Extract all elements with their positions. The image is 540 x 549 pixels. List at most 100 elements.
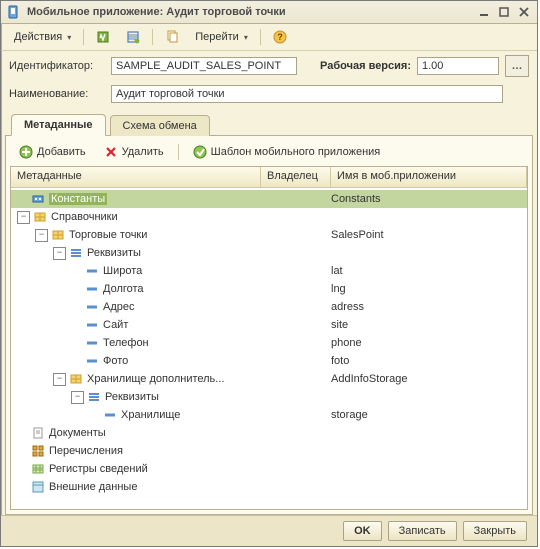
attr-icon bbox=[103, 409, 117, 421]
name-label: Наименование: bbox=[9, 88, 105, 100]
table-header: Метаданные Владелец Имя в моб.приложении bbox=[11, 167, 527, 188]
tree-row[interactable]: Внешние данные bbox=[11, 478, 527, 496]
tree-label: Справочники bbox=[51, 211, 118, 223]
expander-placeholder bbox=[89, 410, 100, 421]
enum-icon bbox=[31, 445, 45, 457]
expander-placeholder bbox=[17, 482, 28, 493]
tree-row[interactable]: Широта lat bbox=[11, 262, 527, 280]
attr-icon bbox=[85, 265, 99, 277]
add-button[interactable]: Добавить bbox=[12, 141, 93, 163]
attr-icon bbox=[85, 283, 99, 295]
version-picker-button[interactable] bbox=[505, 55, 529, 77]
tree-row[interactable]: Адресadress bbox=[11, 298, 527, 316]
tree-app-name: AddInfoStorage bbox=[329, 373, 527, 385]
expander-placeholder bbox=[17, 446, 28, 457]
identifier-label: Идентификатор: bbox=[9, 60, 105, 72]
attr-icon bbox=[85, 355, 99, 367]
col-app-name[interactable]: Имя в моб.приложении bbox=[331, 167, 527, 187]
write-button[interactable]: Записать bbox=[388, 521, 457, 541]
attrgroup-icon bbox=[87, 391, 101, 403]
identifier-input[interactable] bbox=[111, 57, 297, 75]
tree-label: Торговые точки bbox=[69, 229, 147, 241]
tree-row[interactable]: − Справочники bbox=[11, 208, 527, 226]
main-toolbar: Действия▾ Перейти▾ ? bbox=[1, 24, 537, 51]
tree-app-name: phone bbox=[329, 337, 527, 349]
tree-row[interactable]: Фотоfoto bbox=[11, 352, 527, 370]
tree-app-name: lat bbox=[329, 265, 527, 277]
tree-row[interactable]: − Хранилище дополнитель... AddInfoStorage bbox=[11, 370, 527, 388]
collapse-icon[interactable]: − bbox=[71, 391, 84, 404]
attr-icon bbox=[85, 301, 99, 313]
tree-row[interactable]: − Реквизиты bbox=[11, 244, 527, 262]
expander-placeholder bbox=[17, 194, 28, 205]
name-input[interactable] bbox=[111, 85, 503, 103]
tree-app-name: lng bbox=[329, 283, 527, 295]
tree-label: Хранилище bbox=[121, 409, 180, 421]
tree-label: Реквизиты bbox=[87, 247, 141, 259]
maximize-button[interactable] bbox=[497, 5, 511, 19]
collapse-icon[interactable]: − bbox=[53, 247, 66, 260]
doc-icon bbox=[31, 427, 45, 439]
tree-row[interactable]: Перечисления bbox=[11, 442, 527, 460]
tree-row[interactable]: − Торговые точки SalesPoint bbox=[11, 226, 527, 244]
collapse-icon[interactable]: − bbox=[35, 229, 48, 242]
template-button[interactable]: Шаблон мобильного приложения bbox=[186, 141, 388, 163]
tree-label: Хранилище дополнитель... bbox=[87, 373, 224, 385]
tree-label: Сайт bbox=[103, 319, 128, 331]
tree-app-name: storage bbox=[329, 409, 527, 421]
attr-icon bbox=[85, 337, 99, 349]
help-icon[interactable]: ? bbox=[266, 26, 294, 48]
tree-app-name: site bbox=[329, 319, 527, 331]
collapse-icon[interactable]: − bbox=[17, 211, 30, 224]
attr-icon bbox=[85, 319, 99, 331]
tab-metadata[interactable]: Метаданные bbox=[11, 114, 106, 136]
tree-row[interactable]: Документы bbox=[11, 424, 527, 442]
tree-label: Внешние данные bbox=[49, 481, 137, 493]
title-bar: Мобильное приложение: Аудит торговой точ… bbox=[1, 1, 537, 24]
tree-row[interactable]: − Реквизиты bbox=[11, 388, 527, 406]
tree-row[interactable]: Сайт site bbox=[11, 316, 527, 334]
go-menu[interactable]: Перейти▾ bbox=[188, 26, 255, 48]
save-icon[interactable] bbox=[119, 26, 147, 48]
tree-row[interactable]: Телефон phone bbox=[11, 334, 527, 352]
expander-placeholder bbox=[71, 320, 82, 331]
col-metadata[interactable]: Метаданные bbox=[11, 167, 261, 187]
ext-icon bbox=[31, 481, 45, 493]
col-owner[interactable]: Владелец bbox=[261, 167, 331, 187]
app-window: Мобильное приложение: Аудит торговой точ… bbox=[0, 0, 538, 547]
collapse-icon[interactable]: − bbox=[53, 373, 66, 386]
tree-label: Документы bbox=[49, 427, 106, 439]
close-footer-button[interactable]: Закрыть bbox=[463, 521, 527, 541]
version-input[interactable] bbox=[417, 57, 499, 75]
tree-row[interactable]: Регистры сведений bbox=[11, 460, 527, 478]
svg-text:?: ? bbox=[277, 32, 283, 42]
minimize-button[interactable] bbox=[477, 5, 491, 19]
tab-exchange-scheme[interactable]: Схема обмена bbox=[110, 115, 210, 136]
tree-row[interactable]: Константы Constants bbox=[11, 190, 527, 208]
tree-label: Реквизиты bbox=[105, 391, 159, 403]
metadata-table[interactable]: Метаданные Владелец Имя в моб.приложении… bbox=[10, 166, 528, 510]
delete-button[interactable]: Удалить bbox=[97, 141, 171, 163]
reg-icon bbox=[31, 463, 45, 475]
tree-label: Широта bbox=[103, 265, 142, 277]
inner-toolbar: Добавить Удалить Шаблон мобильного прило… bbox=[10, 140, 528, 164]
tab-bar: Метаданные Схема обмена bbox=[5, 111, 533, 136]
tree-app-name: Constants bbox=[329, 193, 527, 205]
ref-icon bbox=[33, 211, 47, 223]
close-button[interactable] bbox=[517, 5, 531, 19]
tree-label: Адрес bbox=[103, 301, 135, 313]
tree-label: Телефон bbox=[103, 337, 149, 349]
actions-menu[interactable]: Действия▾ bbox=[7, 26, 78, 48]
tree-row[interactable]: Долготаlng bbox=[11, 280, 527, 298]
save-and-close-icon[interactable] bbox=[89, 26, 117, 48]
attrgroup-icon bbox=[69, 247, 83, 259]
expander-placeholder bbox=[71, 266, 82, 277]
tree-app-name: SalesPoint bbox=[329, 229, 527, 241]
tree-label: Константы bbox=[49, 193, 107, 205]
ok-button[interactable]: OK bbox=[343, 521, 382, 541]
copy-icon[interactable] bbox=[158, 26, 186, 48]
expander-placeholder bbox=[17, 428, 28, 439]
window-title: Мобильное приложение: Аудит торговой точ… bbox=[27, 6, 477, 18]
expander-placeholder bbox=[71, 302, 82, 313]
tree-row[interactable]: Хранилище storage bbox=[11, 406, 527, 424]
